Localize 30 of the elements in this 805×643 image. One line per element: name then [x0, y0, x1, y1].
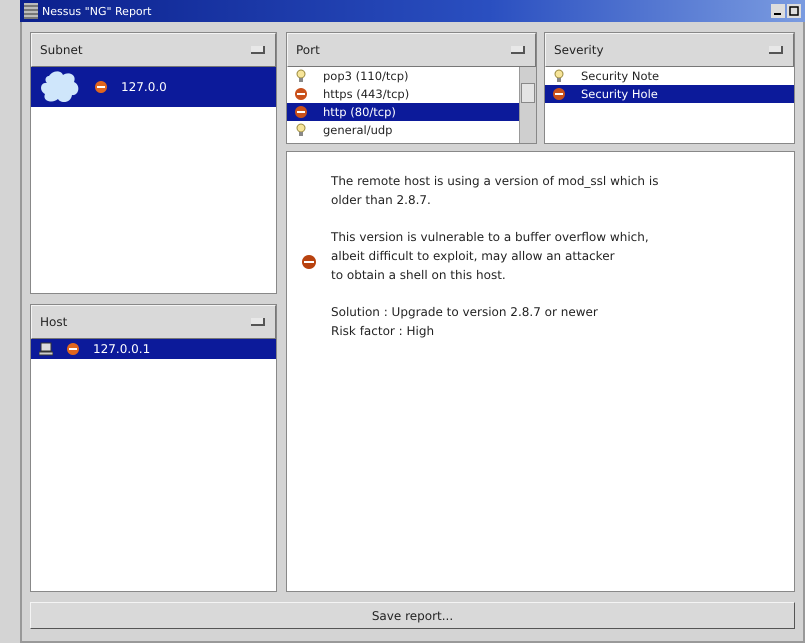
minimize-icon[interactable]: [771, 4, 785, 18]
severity-name: Security Hole: [581, 87, 658, 101]
host-item[interactable]: 127.0.0.1: [31, 339, 276, 359]
report-paragraph: This version is vulnerable to a buffer overflow which, albeit difficult to exploit, may allow an attacker to obtain a shell on this host.: [331, 229, 650, 284]
severity-item[interactable]: Security Note: [545, 67, 794, 85]
port-name: pop3 (110/tcp): [323, 69, 409, 83]
port-item[interactable]: https (443/tcp): [287, 85, 519, 103]
port-name: http (80/tcp): [323, 105, 396, 119]
subnet-item[interactable]: 127.0.0: [31, 67, 276, 107]
port-name: general/udp: [323, 123, 392, 137]
computer-icon: [39, 342, 53, 356]
port-item[interactable]: http (80/tcp): [287, 103, 519, 121]
column-header[interactable]: Subnet: [31, 33, 276, 67]
cloud-icon: [39, 70, 81, 104]
report-paragraph: The remote host is using a version of mod_ssl which is older than 2.8.7.: [331, 173, 658, 209]
subnet-address: 127.0.0: [121, 80, 167, 94]
column-header[interactable]: Severity: [545, 33, 794, 67]
scrollbar[interactable]: [519, 67, 536, 143]
severity-item[interactable]: Security Hole: [545, 85, 794, 103]
port-item[interactable]: pop3 (110/tcp): [287, 67, 519, 85]
maximize-icon[interactable]: [787, 4, 801, 18]
column-header[interactable]: Port: [287, 33, 536, 67]
severity-name: Security Note: [581, 69, 660, 83]
host-address: 127.0.0.1: [93, 342, 150, 356]
port-name: https (443/tcp): [323, 87, 410, 101]
window-title: Nessus "NG" Report: [42, 4, 152, 18]
save-report-button[interactable]: Save report...: [30, 602, 795, 629]
report-paragraph: Solution : Upgrade to version 2.8.7 or newer Risk factor : High: [331, 304, 599, 340]
port-item[interactable]: general/udp: [287, 121, 519, 139]
column-header[interactable]: Host: [31, 305, 276, 339]
